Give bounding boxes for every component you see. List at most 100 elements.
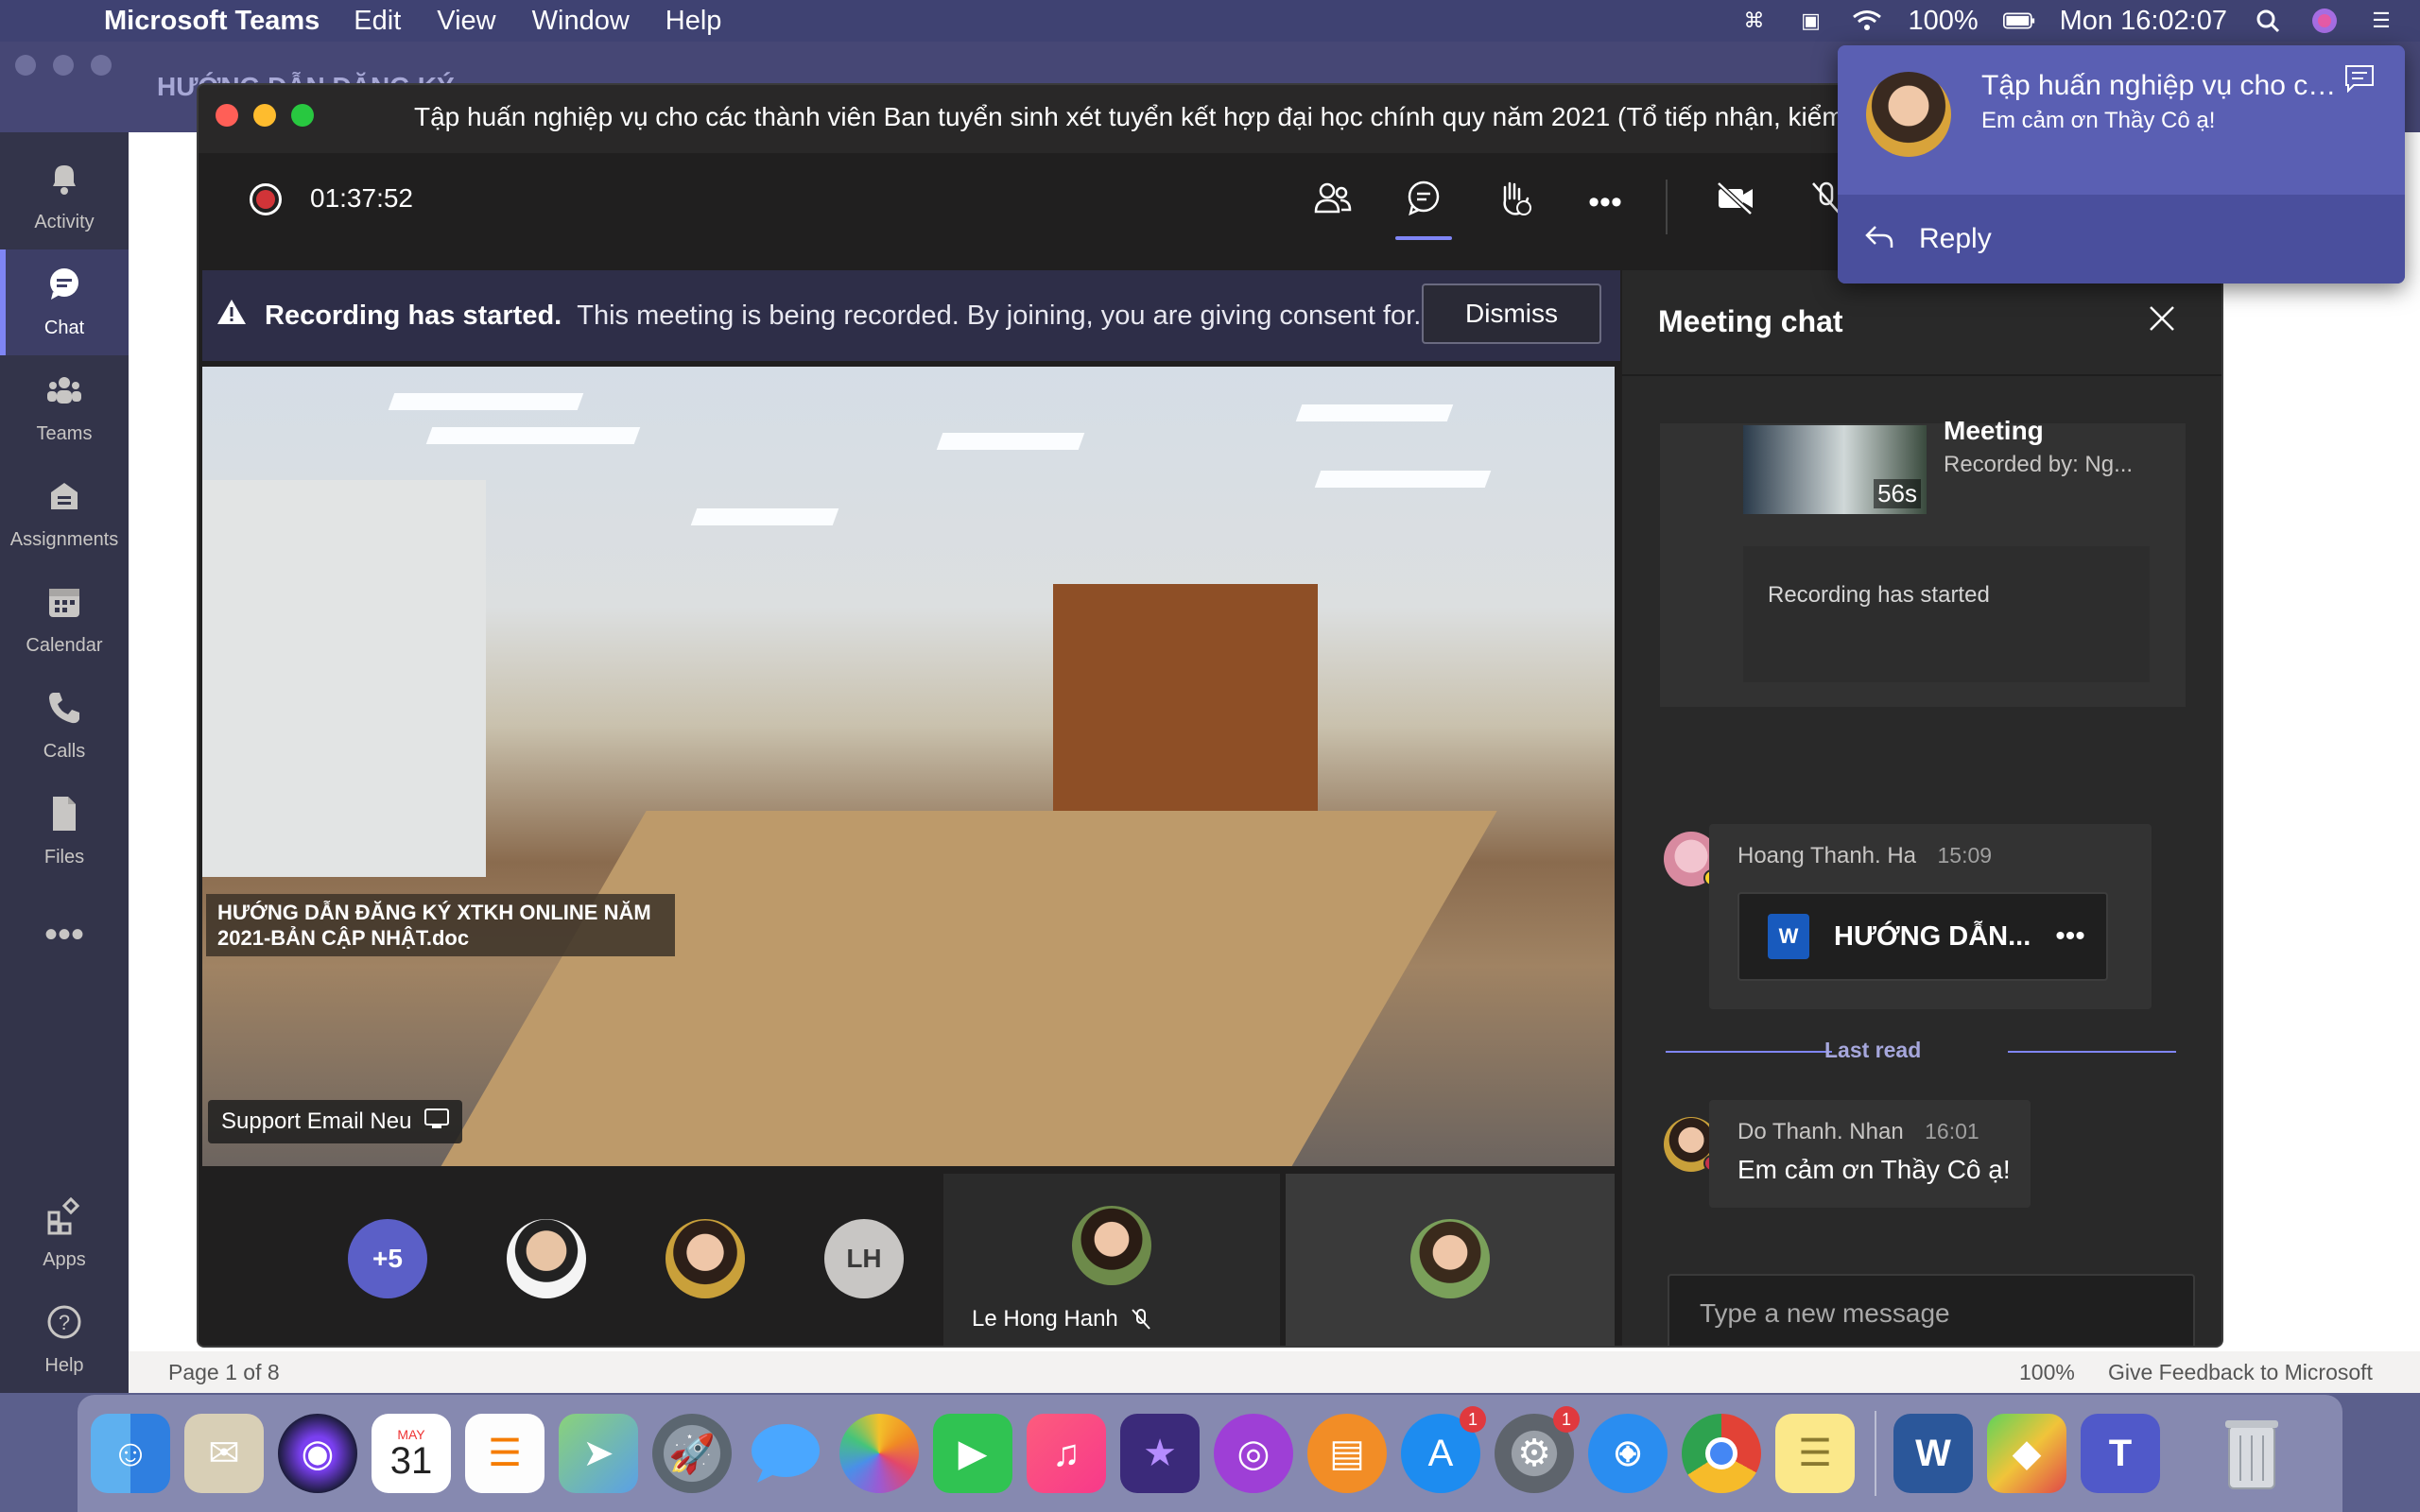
dock-separator — [1875, 1411, 1876, 1496]
close-icon — [2148, 300, 2176, 342]
minimize-window-button[interactable] — [253, 104, 276, 127]
spotlight-participant-tile[interactable]: Le Hong Hanh — [943, 1174, 1280, 1346]
reply-label: Reply — [1919, 223, 1992, 254]
rail-item-teams[interactable]: Teams — [0, 355, 129, 461]
file-attachment[interactable]: W HƯỚNG DẪN... ••• — [1737, 892, 2108, 981]
close-window-button[interactable] — [216, 104, 238, 127]
chrome-icon[interactable] — [1682, 1414, 1761, 1493]
zoom-window-button[interactable] — [291, 104, 314, 127]
teams-app-icon[interactable]: T — [2081, 1414, 2160, 1493]
camera-off-button[interactable] — [1707, 174, 1764, 231]
system-preferences-icon[interactable]: ⚙ 1 — [1495, 1406, 1580, 1493]
imovie-icon[interactable]: ★ — [1120, 1414, 1200, 1493]
messages-icon[interactable] — [746, 1414, 825, 1493]
calendar-app-icon[interactable]: MAY 31 — [372, 1414, 451, 1493]
apps-icon — [45, 1196, 83, 1244]
warning-icon — [216, 298, 248, 335]
menubar-clock[interactable]: Mon 16:02:07 — [2060, 6, 2227, 37]
keyboard-layout-icon[interactable]: ▣ — [1794, 7, 1826, 35]
rail-label: Assignments — [9, 529, 119, 550]
menu-edit[interactable]: Edit — [354, 6, 401, 37]
music-icon[interactable]: ♫ — [1027, 1414, 1106, 1493]
close-chat-button[interactable] — [2138, 297, 2186, 344]
rail-item-activity[interactable]: Activity — [0, 144, 129, 249]
muted-mic-icon — [1131, 1308, 1151, 1335]
recording-status: Recording has started — [1743, 546, 2150, 682]
message-header: Do Thanh. Nhan 16:01 — [1737, 1119, 1979, 1145]
word-icon[interactable]: W — [1893, 1414, 1973, 1493]
trash-icon[interactable] — [2212, 1414, 2291, 1493]
battery-icon[interactable] — [2002, 7, 2035, 35]
menu-view[interactable]: View — [437, 6, 495, 37]
rail-item-chat[interactable]: Chat — [0, 249, 129, 355]
finder-icon[interactable]: ☺ — [91, 1414, 170, 1493]
rail-more-button[interactable]: ••• — [0, 885, 129, 990]
podcasts-icon[interactable]: ◎ — [1214, 1414, 1293, 1493]
app-menu[interactable]: Microsoft Teams — [104, 6, 320, 37]
more-icon: ••• — [43, 914, 84, 955]
main-video-feed[interactable]: HƯỚNG DẪN ĐĂNG KÝ XTKH ONLINE NĂM 2021-B… — [202, 367, 1615, 1166]
app-store-icon[interactable]: A 1 — [1401, 1406, 1486, 1493]
reply-button[interactable]: Reply — [1838, 195, 2405, 284]
rail-item-assignments[interactable]: Assignments — [0, 461, 129, 567]
calendar-day: 31 — [389, 1440, 433, 1482]
menu-help[interactable]: Help — [666, 6, 722, 37]
message-notification[interactable]: Tập huấn nghiệp vụ cho cá... Em cảm ơn T… — [1838, 45, 2405, 284]
raise-hand-button[interactable] — [1486, 174, 1543, 231]
overflow-participants-button[interactable]: +5 — [348, 1219, 427, 1298]
recording-duration: 56s — [1874, 479, 1921, 508]
file-more-options-icon[interactable]: ••• — [2055, 920, 2085, 953]
notification-center-icon[interactable]: ☰ — [2365, 7, 2397, 35]
message-bubble[interactable]: Do Thanh. Nhan 16:01 Em cảm ơn Thầy Cô ạ… — [1709, 1100, 2031, 1208]
reminders-icon[interactable]: ☰ — [465, 1414, 544, 1493]
ceiling-light — [936, 433, 1085, 450]
recording-card[interactable]: 56s Meeting Recorded by: Ng... Recording… — [1660, 416, 2186, 707]
chat-icon — [45, 266, 83, 312]
dismiss-button[interactable]: Dismiss — [1422, 284, 1601, 344]
help-icon: ? — [45, 1303, 83, 1349]
rail-item-apps[interactable]: Apps — [0, 1181, 129, 1287]
recording-thumbnail[interactable]: 56s — [1743, 425, 1927, 514]
siri-icon[interactable]: ◉ — [278, 1414, 357, 1493]
chat-toggle-button[interactable] — [1395, 174, 1452, 240]
reply-icon — [1864, 222, 1894, 257]
participant-initials-avatar[interactable]: LH — [824, 1219, 904, 1298]
photos-icon[interactable] — [839, 1414, 919, 1493]
more-actions-button[interactable]: ••• — [1577, 174, 1634, 231]
facetime-icon[interactable]: ▶ — [933, 1414, 1012, 1493]
menu-window[interactable]: Window — [532, 6, 630, 37]
participant-avatar[interactable] — [507, 1219, 586, 1298]
participant-name: Le Hong Hanh — [972, 1306, 1118, 1332]
notification-body[interactable]: Tập huấn nghiệp vụ cho cá... Em cảm ơn T… — [1838, 45, 2405, 195]
rail-item-calls[interactable]: Calls — [0, 673, 129, 779]
launchpad-icon[interactable]: 🚀 — [652, 1414, 732, 1493]
file-icon — [45, 795, 83, 841]
spotlight-search-icon[interactable] — [2252, 7, 2284, 35]
siri-icon[interactable] — [2308, 7, 2341, 35]
message-input[interactable] — [1668, 1274, 2195, 1346]
safari-icon[interactable]: ⊕ — [1588, 1414, 1668, 1493]
books-icon[interactable]: ▤ — [1307, 1414, 1387, 1493]
rail-item-files[interactable]: Files — [0, 779, 129, 885]
message-bubble[interactable]: Hoang Thanh. Ha 15:09 W HƯỚNG DẪN... ••• — [1709, 824, 2152, 1009]
notes-icon[interactable]: ☰ — [1775, 1414, 1855, 1493]
rail-label: Apps — [43, 1249, 86, 1270]
participants-button[interactable] — [1305, 174, 1361, 231]
maps-icon[interactable]: ➤ — [559, 1414, 638, 1493]
video-table — [439, 811, 1497, 1166]
sender-avatar — [1866, 72, 1951, 157]
page-indicator: Page 1 of 8 — [168, 1359, 280, 1384]
bluestacks-icon[interactable]: ◆ — [1987, 1414, 2066, 1493]
feedback-link[interactable]: Give Feedback to Microsoft — [2108, 1360, 2373, 1385]
presenter-name-tag: Support Email Neu — [208, 1100, 463, 1143]
participant-tile[interactable] — [1286, 1174, 1615, 1346]
rail-item-help[interactable]: ? Help — [0, 1287, 129, 1393]
participant-avatar[interactable] — [666, 1219, 745, 1298]
zoom-level[interactable]: 100% — [2019, 1360, 2075, 1385]
input-method-icon[interactable]: ⌘ — [1737, 7, 1770, 35]
last-read-divider: Last read — [1622, 1032, 2221, 1070]
mail-icon[interactable]: ✉ — [184, 1414, 264, 1493]
rail-item-calendar[interactable]: Calendar — [0, 567, 129, 673]
file-name: HƯỚNG DẪN... — [1834, 920, 2031, 952]
wifi-icon[interactable] — [1851, 7, 1883, 35]
